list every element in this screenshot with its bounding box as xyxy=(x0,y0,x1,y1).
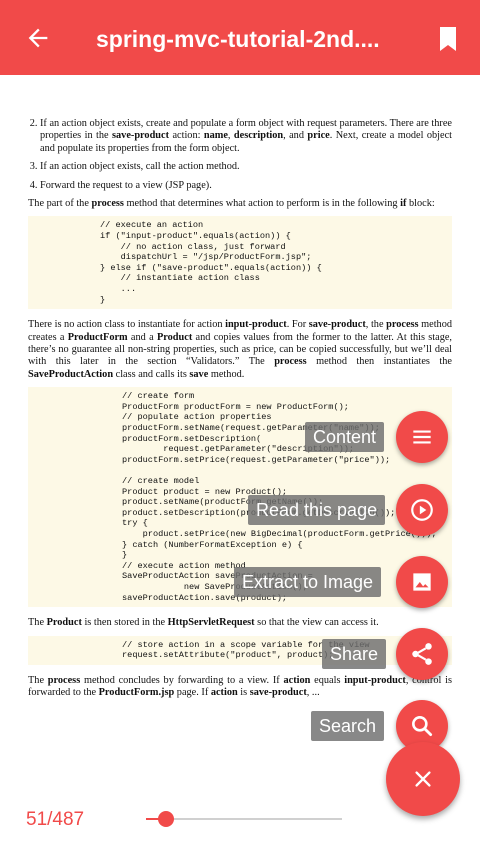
code-block: // store action in a scope variable for … xyxy=(28,635,452,665)
extract-to-image-label[interactable]: Extract to Image xyxy=(234,567,382,597)
paragraph: There is no action class to instantiate … xyxy=(28,319,453,380)
bookmark-icon[interactable] xyxy=(438,26,458,52)
play-circle-icon xyxy=(411,499,433,521)
page-slider-thumb[interactable] xyxy=(158,811,175,827)
page-counter: 51/487 xyxy=(26,809,85,830)
list-item: If an action object exists, call the act… xyxy=(40,161,452,173)
list-item: Forward the request to a view (JSP page)… xyxy=(40,180,452,192)
paragraph: The Product is then stored in the HttpSe… xyxy=(28,617,379,629)
read-this-page-label[interactable]: Read this page xyxy=(248,495,386,525)
list-item: If an action object exists, create and p… xyxy=(40,118,452,155)
share-icon xyxy=(412,643,432,665)
close-icon xyxy=(415,771,431,787)
app-bar: spring-mvc-tutorial-2nd.... xyxy=(0,0,480,75)
content-button[interactable] xyxy=(396,411,448,463)
read-this-page-button[interactable] xyxy=(396,484,448,536)
share-button[interactable] xyxy=(396,628,448,680)
paragraph: The part of the process method that dete… xyxy=(28,198,435,210)
search-label[interactable]: Search xyxy=(311,711,385,741)
menu-icon xyxy=(413,430,431,444)
pdf-page: If an action object exists, create and p… xyxy=(28,118,452,706)
page-slider[interactable] xyxy=(146,811,342,827)
close-menu-button[interactable] xyxy=(386,742,460,816)
steps-list: If an action object exists, create and p… xyxy=(28,118,452,192)
paragraph: The process method concludes by forwardi… xyxy=(28,674,452,699)
image-icon xyxy=(413,573,431,591)
content-label[interactable]: Content xyxy=(305,422,385,452)
extract-to-image-button[interactable] xyxy=(396,556,448,608)
arrow-back-icon[interactable] xyxy=(24,24,52,52)
search-icon xyxy=(412,716,433,737)
share-label[interactable]: Share xyxy=(322,639,387,669)
document-title: spring-mvc-tutorial-2nd.... xyxy=(96,26,380,52)
code-block: // execute an action if ("input-product"… xyxy=(28,216,452,310)
